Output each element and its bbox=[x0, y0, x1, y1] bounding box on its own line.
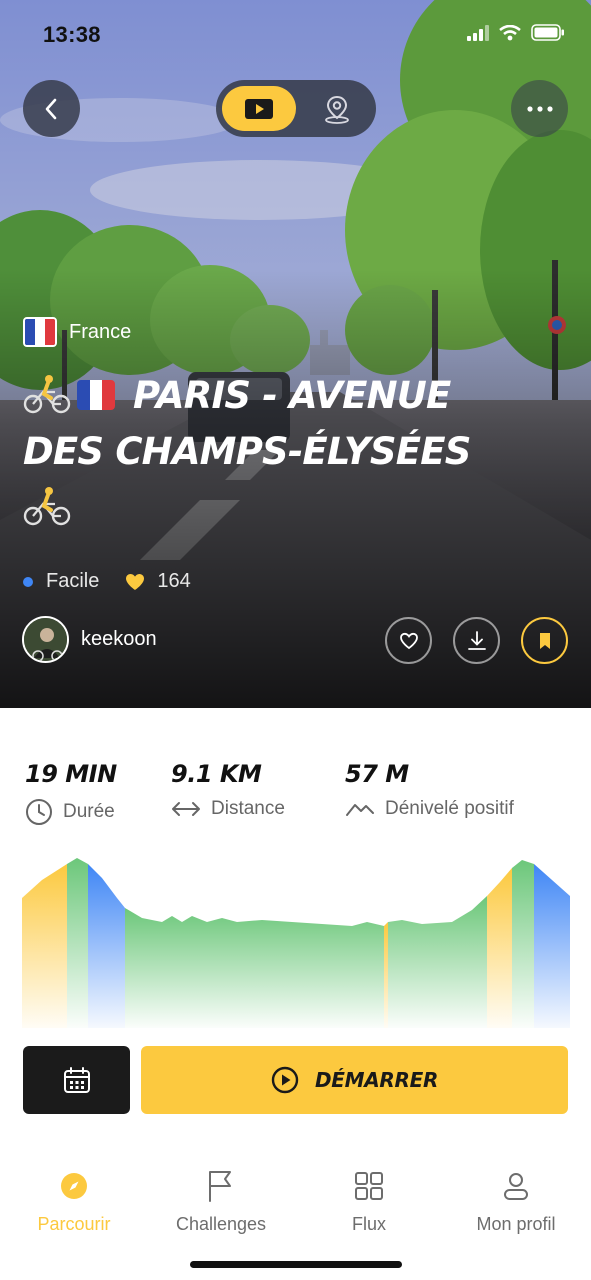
play-icon bbox=[245, 98, 273, 119]
back-button[interactable] bbox=[23, 80, 80, 137]
mountain-icon bbox=[346, 804, 374, 816]
tab-parcourir-label: Parcourir bbox=[37, 1214, 111, 1234]
route-meta: Facile 164 bbox=[23, 570, 191, 593]
avatar-image bbox=[24, 618, 67, 661]
heart-icon bbox=[126, 573, 145, 590]
route-country: France bbox=[23, 317, 131, 347]
video-view-button[interactable] bbox=[222, 86, 296, 131]
likes: 164 bbox=[125, 570, 191, 593]
start-button-label: DÉMARRER bbox=[314, 1068, 439, 1092]
avatar[interactable] bbox=[22, 616, 69, 663]
more-options-button[interactable] bbox=[511, 80, 568, 137]
route-hero: 13:38 France PARIS - AVENUE DES CHAMPS-É… bbox=[0, 0, 591, 708]
map-view-button[interactable] bbox=[304, 86, 370, 131]
route-title: PARIS - AVENUE DES CHAMPS-ÉLYSÉES bbox=[23, 368, 571, 536]
favorite-button[interactable] bbox=[385, 617, 432, 664]
country-name: France bbox=[69, 320, 132, 343]
likes-count: 164 bbox=[157, 570, 191, 592]
schedule-button[interactable] bbox=[23, 1046, 130, 1114]
stat-duration-value: 19 MIN bbox=[25, 760, 117, 788]
chevron-left-icon bbox=[45, 98, 56, 119]
battery-icon bbox=[531, 24, 564, 41]
bookmark-button[interactable] bbox=[521, 617, 568, 664]
wifi-icon bbox=[499, 24, 521, 40]
status-time: 13:38 bbox=[43, 22, 101, 47]
tab-parcourir[interactable]: Parcourir bbox=[4, 1168, 144, 1235]
elevation-profile bbox=[22, 858, 570, 1028]
cyclist-emoji-icon bbox=[23, 487, 71, 526]
stat-elevation-value: 57 M bbox=[345, 760, 409, 788]
difficulty-dot-icon bbox=[23, 576, 33, 587]
tab-mon-profil-label: Mon profil bbox=[476, 1214, 556, 1234]
stat-duration: 19 MIN Durée bbox=[25, 760, 117, 826]
tab-challenges-label: Challenges bbox=[175, 1214, 267, 1234]
stat-duration-label: Durée bbox=[63, 801, 115, 822]
bookmark-icon bbox=[539, 632, 550, 649]
stat-elevation: 57 M Dénivelé positif bbox=[345, 760, 514, 820]
home-indicator bbox=[190, 1261, 402, 1268]
tab-challenges[interactable]: Challenges bbox=[151, 1168, 291, 1235]
map-pin-icon bbox=[325, 95, 349, 124]
calendar-icon bbox=[63, 1067, 90, 1093]
route-stats: 19 MIN Durée 9.1 KM Distance 57 M Dénive… bbox=[0, 760, 591, 830]
signal-icon bbox=[467, 24, 489, 41]
more-dots-icon bbox=[526, 105, 553, 112]
stat-distance-value: 9.1 KM bbox=[171, 760, 262, 788]
grid-icon bbox=[355, 1172, 383, 1200]
status-icons bbox=[467, 24, 565, 41]
download-icon bbox=[467, 630, 486, 650]
download-button[interactable] bbox=[453, 617, 500, 664]
heart-outline-icon bbox=[399, 632, 418, 649]
france-flag-icon bbox=[23, 317, 57, 347]
cyclist-emoji-icon bbox=[23, 375, 71, 414]
route-title-line-1: PARIS - AVENUE bbox=[133, 374, 451, 417]
start-button[interactable]: DÉMARRER bbox=[141, 1046, 568, 1114]
arrows-horizontal-icon bbox=[172, 802, 200, 816]
status-bar: 13:38 bbox=[0, 0, 591, 70]
bottom-tab-bar: Parcourir Challenges Flux Mon profil bbox=[0, 1140, 591, 1280]
route-author[interactable]: keekoon bbox=[22, 616, 157, 663]
stat-distance: 9.1 KM Distance bbox=[171, 760, 285, 820]
clock-icon bbox=[26, 799, 52, 825]
tab-mon-profil[interactable]: Mon profil bbox=[446, 1168, 586, 1235]
play-circle-icon bbox=[271, 1066, 299, 1094]
flag-icon bbox=[209, 1171, 231, 1202]
route-title-line-2: DES CHAMPS-ÉLYSÉES bbox=[23, 430, 471, 473]
compass-icon bbox=[61, 1173, 87, 1199]
author-name[interactable]: keekoon bbox=[81, 628, 157, 651]
view-toggle bbox=[216, 80, 376, 137]
france-flag-emoji-icon bbox=[77, 380, 115, 410]
stat-elevation-label: Dénivelé positif bbox=[385, 798, 514, 819]
tab-flux[interactable]: Flux bbox=[299, 1168, 439, 1235]
stat-distance-label: Distance bbox=[211, 798, 285, 819]
user-icon bbox=[504, 1173, 528, 1200]
difficulty-label: Facile bbox=[46, 570, 100, 592]
tab-flux-label: Flux bbox=[351, 1214, 386, 1234]
